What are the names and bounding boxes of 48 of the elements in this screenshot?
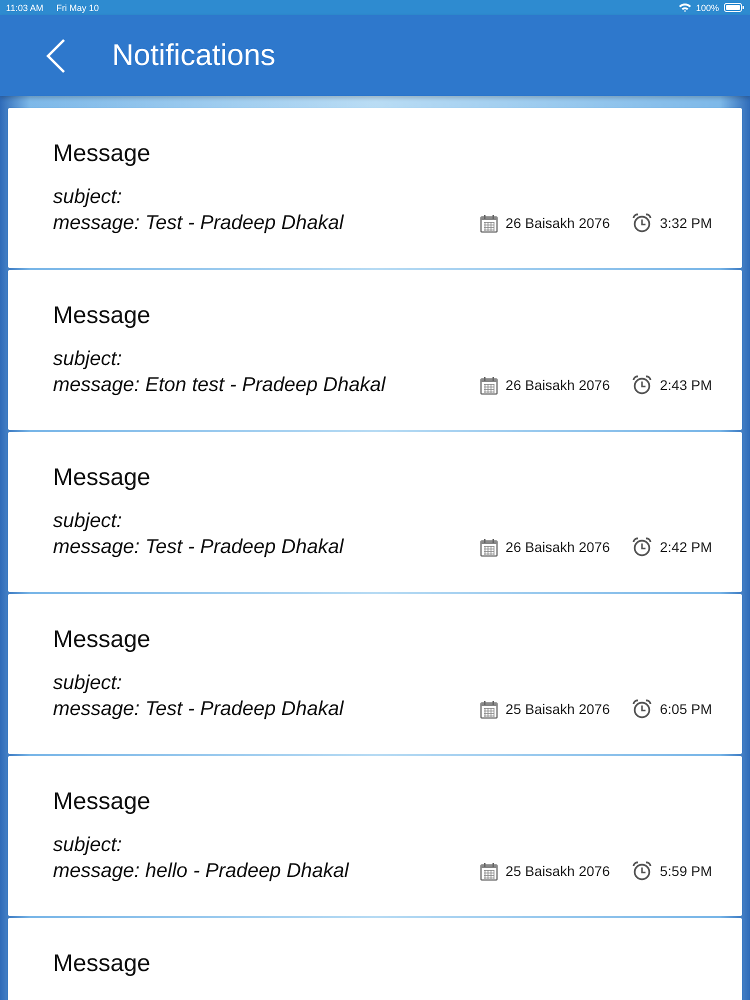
notification-card[interactable]: Message subject: message: Test - Pradeep Dhakal 26 Baisakh 2076 3:32 PM [8, 108, 742, 268]
calendar-icon [480, 214, 498, 232]
notification-time: 5:59 PM [660, 863, 712, 879]
status-date: Fri May 10 [56, 2, 99, 12]
notification-time: 6:05 PM [660, 701, 712, 717]
notification-date: 25 Baisakh 2076 [506, 701, 610, 717]
alarm-clock-icon [632, 699, 652, 719]
status-time: 11:03 AM [6, 2, 44, 12]
battery-percent: 100% [696, 2, 719, 12]
battery-icon [724, 3, 744, 12]
notification-card[interactable]: Message subject: message: hello - Pradeep Dhakal 25 Baisakh 2076 5:59 PM [8, 756, 742, 916]
notification-card[interactable]: Message subject: message: Test - Pradeep Dhakal 25 Baisakh 2076 6:05 PM [8, 594, 742, 754]
notification-title: Message [53, 788, 152, 816]
calendar-icon [480, 376, 498, 394]
notification-time: 3:32 PM [660, 215, 712, 231]
notification-message: message: hello - Pradeep Dhakal [53, 859, 350, 884]
alarm-clock-icon [632, 537, 652, 557]
notification-title: Message [53, 464, 152, 492]
notification-time: 2:42 PM [660, 539, 712, 555]
notification-card[interactable]: Message subject: message: Test - Pradeep Dhakal 26 Baisakh 2076 2:42 PM [8, 432, 742, 592]
notification-message: message: Test - Pradeep Dhakal [53, 535, 345, 560]
notification-time: 2:43 PM [660, 377, 712, 393]
notification-date: 26 Baisakh 2076 [506, 539, 610, 555]
notification-message: message: Eton test - Pradeep Dhakal [53, 373, 387, 398]
wifi-icon [678, 3, 691, 12]
notification-message: message: Test - Pradeep Dhakal [53, 697, 345, 722]
alarm-clock-icon [632, 375, 652, 395]
notification-message: message: Test - Pradeep Dhakal [53, 211, 345, 236]
notification-card[interactable]: Message subject: message: Eton test - Pradeep Dhakal 26 Baisakh 2076 2:43 PM [8, 270, 742, 430]
notification-card[interactable]: Message [8, 918, 742, 1000]
notification-subject: subject: [53, 509, 123, 534]
notification-subject: subject: [53, 833, 123, 858]
notification-subject: subject: [53, 347, 123, 372]
notification-date: 25 Baisakh 2076 [506, 863, 610, 879]
alarm-clock-icon [632, 213, 652, 233]
notification-subject: subject: [53, 671, 123, 696]
notification-title: Message [53, 626, 152, 654]
notification-date: 26 Baisakh 2076 [506, 215, 610, 231]
calendar-icon [480, 700, 498, 718]
calendar-icon [480, 862, 498, 880]
notification-subject: subject: [53, 185, 123, 210]
alarm-clock-icon [632, 861, 652, 881]
notification-title: Message [53, 950, 152, 978]
notification-title: Message [53, 302, 152, 330]
notification-title: Message [53, 140, 152, 168]
notification-date: 26 Baisakh 2076 [506, 377, 610, 393]
page-title: Notifications [112, 38, 276, 72]
calendar-icon [480, 538, 498, 556]
